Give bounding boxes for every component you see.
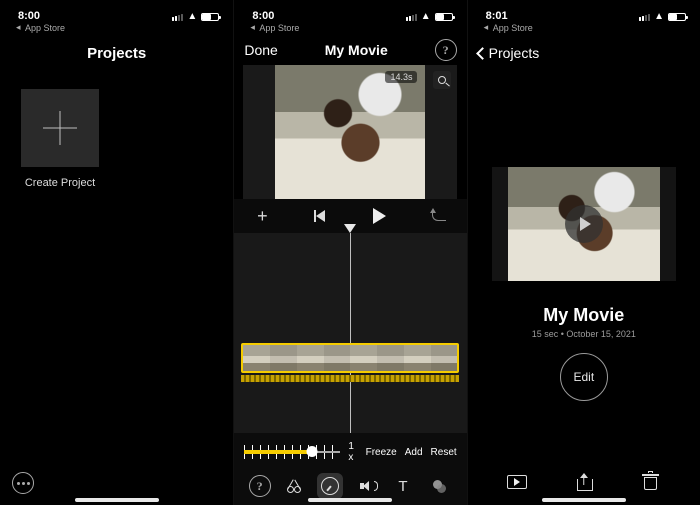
- screen-editor: 8:00 ▲ ◂ App Store Done My Movie ? 14.3s…: [233, 0, 466, 505]
- delete-button[interactable]: [633, 467, 667, 497]
- playhead-marker-icon: [344, 224, 356, 233]
- project-thumbnail[interactable]: [492, 167, 676, 281]
- speed-slider[interactable]: [244, 445, 340, 459]
- undo-icon: [432, 211, 446, 221]
- freeze-button[interactable]: Freeze: [366, 447, 397, 458]
- ellipsis-icon: [17, 482, 30, 485]
- cell-signal-icon: [639, 14, 650, 21]
- share-button[interactable]: [567, 467, 601, 497]
- more-button[interactable]: [12, 472, 34, 494]
- back-to-app-store[interactable]: ◂ App Store: [0, 22, 233, 35]
- cell-signal-icon: [172, 14, 183, 21]
- text-icon: T: [398, 478, 407, 495]
- screen-projects: 8:00 ▲ ◂ App Store Projects Create Proje…: [0, 0, 233, 505]
- clock: 8:00: [252, 10, 274, 22]
- wifi-icon: ▲: [187, 12, 197, 22]
- page-title: Projects: [87, 45, 146, 62]
- home-indicator[interactable]: [75, 498, 159, 502]
- playhead-line[interactable]: [350, 233, 351, 433]
- question-icon: ?: [257, 480, 263, 492]
- projects-grid: Create Project: [0, 71, 233, 207]
- back-label: Projects: [489, 45, 540, 61]
- status-bar: 8:01 ▲: [468, 0, 700, 22]
- back-link-label: App Store: [493, 23, 533, 33]
- skip-back-icon: [314, 210, 328, 222]
- speaker-icon: [360, 481, 373, 491]
- timeline[interactable]: [234, 233, 466, 433]
- magnifier-icon: [438, 76, 446, 84]
- undo-button[interactable]: [427, 204, 451, 228]
- battery-icon: [201, 13, 219, 21]
- reset-speed-button[interactable]: Reset: [431, 447, 457, 458]
- create-project-square: [21, 89, 99, 167]
- home-indicator[interactable]: [542, 498, 626, 502]
- status-bar: 8:00 ▲: [0, 0, 233, 22]
- editor-nav: Done My Movie ?: [234, 35, 466, 65]
- plus-icon: [43, 111, 77, 145]
- project-meta: 15 sec • October 15, 2021: [532, 329, 636, 339]
- speed-controls: 1 x Freeze Add Reset: [234, 433, 466, 467]
- play-fullscreen-button[interactable]: [500, 467, 534, 497]
- tool-zone: 1 x Freeze Add Reset ? T: [234, 433, 466, 505]
- movie-title: My Movie: [325, 42, 388, 58]
- add-media-button[interactable]: +: [250, 204, 274, 228]
- back-to-app-store[interactable]: ◂ App Store: [468, 22, 700, 35]
- speed-rate-label: 1 x: [348, 441, 357, 463]
- create-project-label: Create Project: [25, 177, 95, 189]
- back-link-label: App Store: [25, 23, 65, 33]
- filters-icon: [433, 480, 446, 493]
- split-tool[interactable]: [281, 473, 307, 499]
- clock: 8:00: [18, 10, 40, 22]
- help-button[interactable]: ?: [435, 39, 457, 61]
- status-icons: ▲: [639, 12, 686, 22]
- battery-icon: [435, 13, 453, 21]
- status-icons: ▲: [406, 12, 453, 22]
- video-clip[interactable]: [241, 343, 459, 373]
- trash-icon: [644, 474, 657, 490]
- home-indicator[interactable]: [308, 498, 392, 502]
- done-button[interactable]: Done: [244, 42, 277, 58]
- help-button-2[interactable]: ?: [249, 475, 271, 497]
- wifi-icon: ▲: [654, 12, 664, 22]
- titles-tool[interactable]: T: [390, 473, 416, 499]
- back-button[interactable]: Projects: [478, 35, 540, 71]
- speedometer-icon: [321, 477, 339, 495]
- skip-back-button[interactable]: [309, 204, 333, 228]
- cell-signal-icon: [406, 14, 417, 21]
- clock: 8:01: [486, 10, 508, 22]
- share-icon: [577, 473, 591, 491]
- video-preview[interactable]: 14.3s: [243, 65, 457, 199]
- edit-button[interactable]: Edit: [560, 353, 608, 401]
- question-icon: ?: [443, 44, 449, 56]
- volume-tool[interactable]: [354, 473, 380, 499]
- tv-play-icon: [507, 475, 527, 489]
- screen-project-detail: 8:01 ▲ ◂ App Store Projects My Movie 15 …: [467, 0, 700, 505]
- edit-label: Edit: [573, 370, 594, 384]
- create-project-tile[interactable]: Create Project: [14, 89, 106, 189]
- wifi-icon: ▲: [421, 12, 431, 22]
- add-speed-button[interactable]: Add: [405, 447, 423, 458]
- chevron-left-icon: [478, 45, 489, 61]
- timestamp-badge: 14.3s: [385, 71, 417, 83]
- project-title: My Movie: [543, 305, 624, 326]
- play-button[interactable]: [368, 204, 392, 228]
- speed-tool[interactable]: [317, 473, 343, 499]
- status-icons: ▲: [172, 12, 219, 22]
- slider-knob[interactable]: [306, 446, 317, 457]
- battery-icon: [668, 13, 686, 21]
- nav-bar: Projects: [0, 35, 233, 71]
- play-icon: [580, 217, 591, 231]
- play-overlay[interactable]: [565, 205, 603, 243]
- zoom-button[interactable]: [433, 71, 451, 89]
- back-link-label: App Store: [259, 23, 299, 33]
- preview-frame: [275, 65, 425, 199]
- project-detail: My Movie 15 sec • October 15, 2021 Edit: [468, 71, 700, 505]
- back-to-app-store[interactable]: ◂ App Store: [234, 22, 466, 35]
- scissors-icon: [287, 479, 301, 493]
- audio-waveform: [241, 375, 459, 382]
- filters-tool[interactable]: [426, 473, 452, 499]
- status-bar: 8:00 ▲: [234, 0, 466, 22]
- nav-bar: Projects: [468, 35, 700, 71]
- play-icon: [373, 208, 386, 224]
